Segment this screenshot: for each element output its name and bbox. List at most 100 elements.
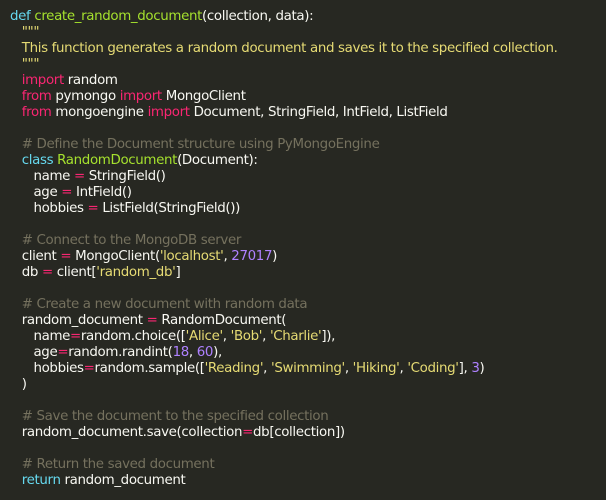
code-token: random_document.save(collection bbox=[21, 425, 243, 440]
operator-token: = bbox=[73, 169, 85, 184]
code-line: hobbies=random.sample(['Reading', 'Swimm… bbox=[10, 361, 606, 377]
code-line: client = MongoClient('localhost', 27017) bbox=[10, 249, 606, 265]
code-token: , bbox=[344, 361, 353, 376]
code-token: random.randint( bbox=[68, 345, 173, 360]
operator-token: = bbox=[87, 201, 99, 216]
code-line: age=random.randint(18, 60), bbox=[10, 345, 606, 361]
string-token: 'random_db' bbox=[96, 265, 176, 280]
code-line: def create_random_document(collection, d… bbox=[10, 9, 606, 25]
code-token: random_document bbox=[21, 313, 147, 328]
import-keyword-token: from bbox=[21, 89, 52, 104]
code-line: random_document.save(collection=db[colle… bbox=[10, 425, 606, 441]
code-token: pymongo bbox=[51, 89, 120, 104]
code-token: random.sample([ bbox=[94, 361, 205, 376]
import-keyword-token: import bbox=[21, 73, 64, 88]
code-token: hobbies bbox=[33, 361, 84, 376]
code-token: ], bbox=[458, 361, 472, 376]
code-token: , bbox=[188, 345, 197, 360]
code-line: hobbies = ListField(StringField()) bbox=[10, 201, 606, 217]
code-token: ] bbox=[175, 265, 181, 280]
string-token: 'Bob' bbox=[230, 329, 263, 344]
operator-token: = bbox=[41, 265, 53, 280]
keyword-token: def bbox=[10, 9, 35, 24]
keyword-token: return bbox=[21, 473, 61, 488]
code-line: random_document = RandomDocument( bbox=[10, 313, 606, 329]
code-line: # Save the document to the specified col… bbox=[10, 409, 606, 425]
code-token: age bbox=[33, 345, 58, 360]
string-token: 'Alice' bbox=[185, 329, 223, 344]
code-token: ) bbox=[21, 377, 27, 392]
code-line: from mongoengine import Document, String… bbox=[10, 105, 606, 121]
string-token: 'Coding' bbox=[407, 361, 459, 376]
code-token: (collection, data): bbox=[202, 9, 314, 24]
code-line: ) bbox=[10, 377, 606, 393]
code-line: """ bbox=[10, 25, 606, 41]
code-token: ]), bbox=[321, 329, 336, 344]
identifier-token: RandomDocument bbox=[57, 153, 178, 168]
operator-token: = bbox=[60, 249, 72, 264]
code-token: ) bbox=[479, 361, 485, 376]
string-token: 'Charlie' bbox=[269, 329, 322, 344]
code-token: RandomDocument( bbox=[157, 313, 287, 328]
keyword-token: class bbox=[21, 153, 58, 168]
code-token: ListField(StringField()) bbox=[98, 201, 240, 216]
comment-token: # Connect to the MongoDB server bbox=[21, 233, 242, 248]
code-token: hobbies bbox=[33, 201, 88, 216]
code-token: StringField() bbox=[84, 169, 166, 184]
import-keyword-token: from bbox=[21, 105, 52, 120]
code-token: MongoClient bbox=[161, 89, 246, 104]
number-token: 18 bbox=[172, 345, 190, 360]
code-token: age bbox=[33, 185, 62, 200]
code-line: This function generates a random documen… bbox=[10, 41, 606, 57]
code-token: random.choice([ bbox=[80, 329, 186, 344]
code-line: return random_document bbox=[10, 473, 606, 489]
comment-token: # Return the saved document bbox=[21, 457, 215, 472]
code-line: db = client['random_db'] bbox=[10, 265, 606, 281]
code-line: class RandomDocument(Document): bbox=[10, 153, 606, 169]
code-token: client[ bbox=[52, 265, 97, 280]
code-token: MongoClient( bbox=[71, 249, 160, 264]
code-line: # Define the Document structure using Py… bbox=[10, 137, 606, 153]
code-editor[interactable]: def create_random_document(collection, d… bbox=[0, 0, 606, 500]
string-token: This function generates a random documen… bbox=[21, 41, 558, 56]
number-token: 60 bbox=[196, 345, 214, 360]
code-line: name = StringField() bbox=[10, 169, 606, 185]
operator-token: = bbox=[70, 329, 81, 344]
code-token: ), bbox=[213, 345, 222, 360]
code-token: Document, StringField, IntField, ListFie… bbox=[189, 105, 448, 120]
code-token: (Document): bbox=[177, 153, 258, 168]
code-line: name=random.choice(['Alice', 'Bob', 'Cha… bbox=[10, 329, 606, 345]
code-token: ) bbox=[272, 249, 278, 264]
code-line: """ bbox=[10, 57, 606, 73]
code-token: name bbox=[33, 329, 71, 344]
code-token: client bbox=[21, 249, 61, 264]
code-token: IntField() bbox=[72, 185, 132, 200]
code-line: # Return the saved document bbox=[10, 457, 606, 473]
comment-token: # Save the document to the specified col… bbox=[21, 409, 329, 424]
